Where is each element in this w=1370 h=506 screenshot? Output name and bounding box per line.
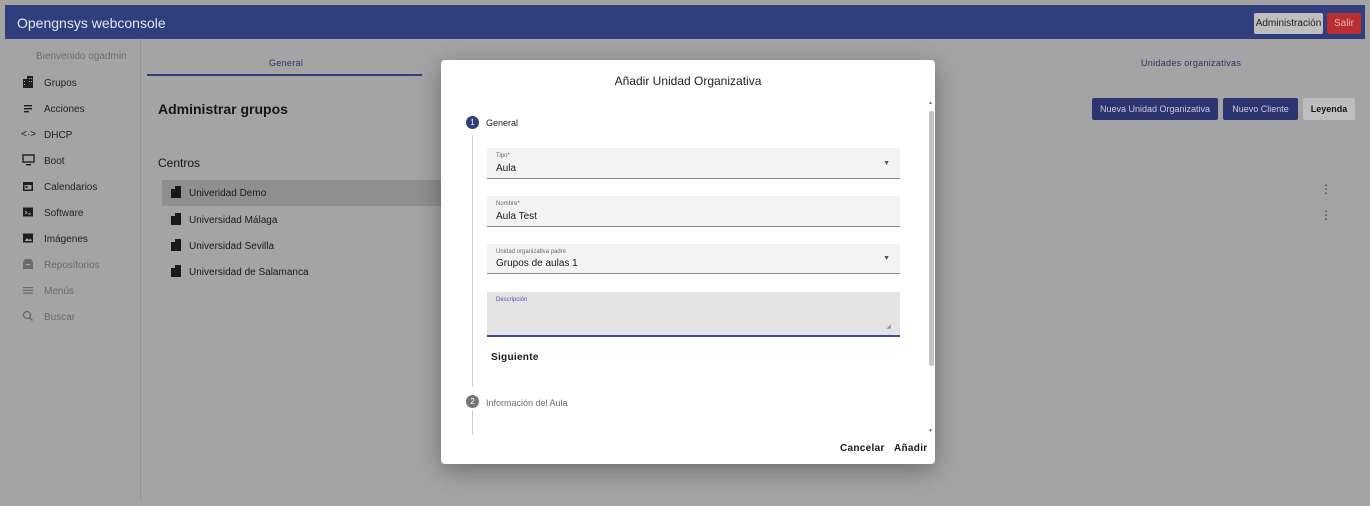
scroll-up-arrow-icon[interactable]: ▲: [928, 100, 933, 106]
center-item[interactable]: Universidad Málaga: [162, 207, 442, 233]
more-options-icon[interactable]: ⋮: [1320, 208, 1332, 222]
sidebar-item-dhcp[interactable]: <·> DHCP: [5, 123, 141, 149]
building-icon: [171, 265, 181, 277]
sidebar-item-buscar[interactable]: Buscar: [5, 305, 141, 331]
sidebar-item-label: Acciones: [44, 104, 85, 115]
dropdown-arrow-icon: ▼: [883, 255, 890, 262]
center-item[interactable]: Universidad de Salamanca: [162, 259, 442, 285]
building-icon: [171, 213, 181, 225]
field-label: Nombre*: [496, 201, 520, 207]
code-arrows-icon: <·>: [21, 129, 37, 140]
descripcion-textarea[interactable]: Descripción ◢: [487, 292, 900, 337]
sidebar-item-label: Imágenes: [44, 234, 88, 245]
sidebar-item-label: Repositorios: [44, 260, 100, 271]
new-organizational-unit-button[interactable]: Nueva Unidad Organizativa: [1092, 98, 1218, 120]
scrollbar-thumb[interactable]: [929, 111, 934, 366]
new-client-button[interactable]: Nuevo Cliente: [1223, 98, 1298, 120]
center-item[interactable]: Universidad Sevilla: [162, 233, 442, 259]
field-label: Tipo*: [496, 153, 510, 159]
sidebar-item-imagenes[interactable]: Imágenes: [5, 227, 141, 253]
sidebar-item-label: Calendarios: [44, 182, 98, 193]
sidebar-item-label: Menús: [44, 286, 75, 297]
sidebar-item-software[interactable]: Software: [5, 201, 141, 227]
active-tab-indicator: [147, 74, 422, 76]
center-label: Universidad Sevilla: [189, 241, 275, 252]
storage-icon: [21, 258, 35, 272]
stepper-line: [472, 135, 473, 387]
legend-button[interactable]: Leyenda: [1303, 98, 1355, 120]
sidebar-item-repositorios[interactable]: Repositorios: [5, 253, 141, 279]
app-title: Opengnsys webconsole: [17, 15, 166, 31]
terminal-icon: [21, 206, 35, 220]
sidebar-item-label: DHCP: [44, 130, 73, 141]
sidebar-item-acciones[interactable]: Acciones: [5, 97, 141, 123]
page-title: Administrar grupos: [158, 101, 288, 117]
image-icon: [21, 232, 35, 246]
field-value: Grupos de aulas 1: [496, 258, 578, 269]
add-organizational-unit-dialog: Añadir Unidad Organizativa 1 General Tip…: [441, 60, 935, 464]
sidebar-item-menus[interactable]: Menús: [5, 279, 141, 305]
search-icon: [21, 310, 35, 324]
center-item[interactable]: Univeridad Demo: [162, 180, 442, 206]
top-bar: Opengnsys webconsole Administración Sali…: [5, 5, 1365, 39]
step-number-badge: 2: [466, 395, 479, 408]
sidebar: Bienvenido ogadmin Grupos Acciones <·> D…: [5, 39, 141, 501]
administration-button[interactable]: Administración: [1254, 13, 1323, 34]
center-label: Univeridad Demo: [189, 188, 267, 199]
list-icon: [21, 102, 35, 116]
nombre-field[interactable]: Nombre* Aula Test: [487, 196, 900, 227]
sidebar-item-label: Grupos: [44, 78, 77, 89]
next-button[interactable]: Siguiente: [491, 352, 539, 363]
sidebar-item-calendarios[interactable]: Calendarios: [5, 175, 141, 201]
step-label-general[interactable]: General: [486, 118, 518, 128]
menu-icon: [21, 284, 35, 298]
calendar-icon: [21, 180, 35, 194]
center-label: Universidad Málaga: [189, 215, 278, 226]
field-value: Aula: [496, 163, 517, 174]
stepper-line: [472, 410, 473, 435]
more-options-icon[interactable]: ⋮: [1320, 182, 1332, 196]
sidebar-item-label: Buscar: [44, 312, 76, 323]
building-icon: [171, 239, 181, 251]
dialog-title: Añadir Unidad Organizativa: [614, 74, 762, 88]
monitor-icon: [21, 154, 35, 168]
building-icon: [21, 76, 35, 90]
tipo-select[interactable]: Tipo* Aula ▼: [487, 148, 900, 179]
center-label: Universidad de Salamanca: [189, 267, 309, 278]
section-title: Centros: [158, 156, 201, 170]
field-value: Aula Test: [496, 211, 537, 222]
sidebar-item-boot[interactable]: Boot: [5, 149, 141, 175]
tab-general[interactable]: General: [269, 58, 303, 68]
sidebar-item-label: Software: [44, 208, 84, 219]
logout-button[interactable]: Salir: [1327, 13, 1361, 34]
sidebar-item-grupos[interactable]: Grupos: [5, 71, 141, 97]
add-button[interactable]: Añadir: [894, 443, 927, 454]
step-label-informacion-aula[interactable]: Información del Aula: [486, 398, 568, 408]
parent-unit-select[interactable]: Unidad organizativa padre Grupos de aula…: [487, 244, 900, 274]
resize-grip-icon[interactable]: ◢: [886, 323, 891, 330]
field-label: Descripción: [496, 297, 528, 303]
building-icon: [171, 186, 181, 198]
dropdown-arrow-icon: ▼: [883, 160, 890, 167]
field-label: Unidad organizativa padre: [496, 249, 567, 255]
dialog-scrollbar[interactable]: ▲ ▼: [927, 100, 935, 438]
cancel-button[interactable]: Cancelar: [840, 443, 885, 454]
scroll-down-arrow-icon[interactable]: ▼: [928, 428, 933, 434]
step-number-badge: 1: [466, 116, 479, 129]
tab-unidades-organizativas[interactable]: Unidades organizativas: [1141, 58, 1241, 68]
welcome-text: Bienvenido ogadmin: [36, 51, 127, 62]
sidebar-item-label: Boot: [44, 156, 65, 167]
